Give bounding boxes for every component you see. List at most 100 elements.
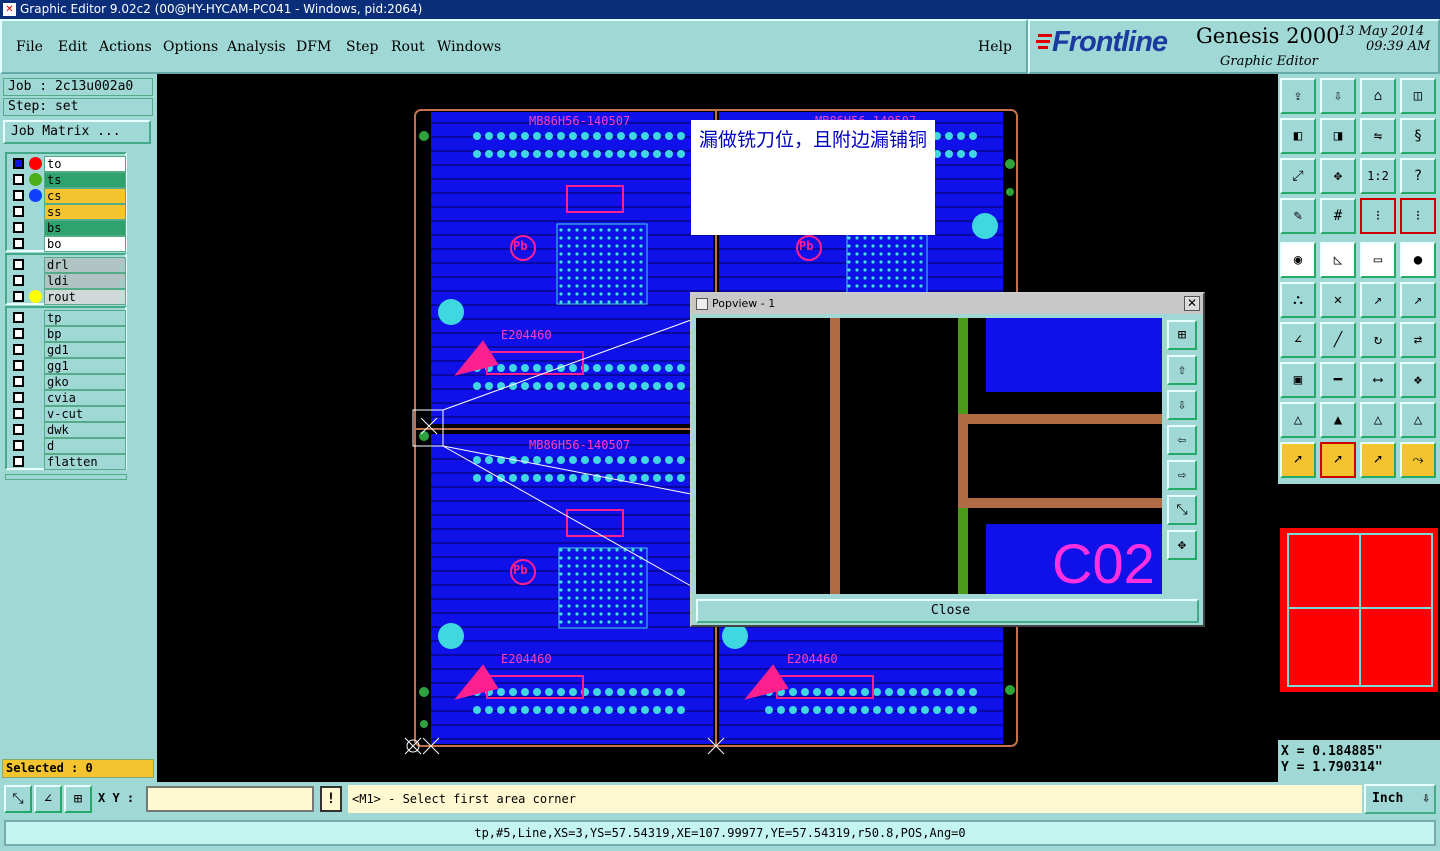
layer-checkbox[interactable]: [13, 190, 24, 201]
home-icon[interactable]: ⌂: [1360, 78, 1396, 114]
layer-name[interactable]: dwk: [44, 422, 126, 438]
popview-zoom-in-icon[interactable]: ✥: [1167, 530, 1197, 560]
move-feature-icon[interactable]: ↗: [1400, 282, 1436, 318]
pointer-route-icon[interactable]: ⤳: [1400, 442, 1436, 478]
layer-checkbox[interactable]: [13, 238, 24, 249]
layer-checkbox[interactable]: [13, 392, 24, 403]
layer-checkbox[interactable]: [13, 158, 24, 169]
zoom-window-icon[interactable]: ⤡: [4, 785, 32, 813]
pointer-outline-icon[interactable]: ➚: [1360, 442, 1396, 478]
overview-panel[interactable]: [1278, 484, 1440, 740]
menu-options[interactable]: Options: [163, 39, 218, 55]
layer-name[interactable]: ldi: [44, 273, 126, 289]
layer-row-drl[interactable]: drl: [9, 257, 126, 273]
layer-checkbox[interactable]: [13, 360, 24, 371]
xy-input[interactable]: [146, 786, 314, 812]
popview-zoom-out-icon[interactable]: ⤡: [1167, 495, 1197, 525]
scale-one-to-two-icon[interactable]: 1:2: [1360, 158, 1396, 194]
popview-move-right-icon[interactable]: ⇨: [1167, 460, 1197, 490]
layer-name[interactable]: bo: [44, 236, 126, 252]
help-icon[interactable]: ?: [1400, 158, 1436, 194]
layer-name[interactable]: gg1: [44, 358, 126, 374]
layer-name[interactable]: drl: [44, 257, 126, 273]
layer-row-gd1[interactable]: gd1: [9, 342, 126, 358]
layer-name[interactable]: gko: [44, 374, 126, 390]
layer-row-dwk[interactable]: dwk: [9, 422, 126, 438]
layer-row-ss[interactable]: ss: [9, 204, 126, 220]
slash-line-icon[interactable]: ╱: [1320, 322, 1356, 358]
units-dropdown[interactable]: Inch ⇩: [1364, 784, 1436, 814]
menu-step[interactable]: Step: [346, 39, 378, 55]
layer-row-ts[interactable]: ts: [9, 172, 126, 188]
mirror-icon[interactable]: ⇋: [1360, 118, 1396, 154]
zoom-extent-icon[interactable]: ⤢: [1280, 158, 1316, 194]
menu-rout[interactable]: Rout: [391, 39, 425, 55]
grid-icon[interactable]: #: [1320, 198, 1356, 234]
menu-actions[interactable]: Actions: [99, 39, 152, 55]
menu-analysis[interactable]: Analysis: [227, 39, 286, 55]
menu-file[interactable]: File: [16, 39, 43, 55]
popview-close-button[interactable]: Close: [696, 599, 1199, 623]
net-select-icon[interactable]: ⁝: [1400, 198, 1436, 234]
pointer-box-icon[interactable]: ➚: [1320, 442, 1356, 478]
flip-icon[interactable]: ⇄: [1400, 322, 1436, 358]
job-matrix-button[interactable]: Job Matrix ...: [3, 120, 151, 144]
layer-name[interactable]: cs: [44, 188, 126, 204]
feature-select-icon[interactable]: ◉: [1280, 242, 1316, 278]
pad-add-icon[interactable]: ▣: [1280, 362, 1316, 398]
layer-row-to[interactable]: to: [9, 156, 126, 172]
layer-checkbox[interactable]: [13, 206, 24, 217]
angle-icon[interactable]: ∠: [1280, 322, 1316, 358]
menu-windows[interactable]: Windows: [437, 39, 501, 55]
pan-right-icon[interactable]: ◨: [1320, 118, 1356, 154]
triangle-select-icon[interactable]: ▲: [1320, 402, 1356, 438]
layer-name[interactable]: to: [44, 156, 126, 172]
layer-name[interactable]: bs: [44, 220, 126, 236]
layer-row-cs[interactable]: cs: [9, 188, 126, 204]
line-break-icon[interactable]: ━: [1320, 362, 1356, 398]
layer-name[interactable]: d: [44, 438, 126, 454]
layer-checkbox[interactable]: [13, 376, 24, 387]
triangle-area-icon[interactable]: △: [1360, 402, 1396, 438]
layer-row-flatten[interactable]: flatten: [9, 454, 126, 470]
connect-icon[interactable]: ⛬: [1280, 282, 1316, 318]
popview-titlebar[interactable]: Popview - 1 ✕: [692, 294, 1203, 314]
line-draw-icon[interactable]: ◺: [1320, 242, 1356, 278]
layer-checkbox[interactable]: [13, 291, 24, 302]
arc-icon[interactable]: ↻: [1360, 322, 1396, 358]
layer-checkbox[interactable]: [13, 259, 24, 270]
layer-name[interactable]: ts: [44, 172, 126, 188]
group-icon[interactable]: ❖: [1400, 362, 1436, 398]
layer-checkbox[interactable]: [13, 456, 24, 467]
overview-map[interactable]: [1280, 528, 1438, 692]
layer-row-d[interactable]: d: [9, 438, 126, 454]
ruler-icon[interactable]: ▭: [1360, 242, 1396, 278]
net-highlight-icon[interactable]: ⁝: [1360, 198, 1396, 234]
layer-name[interactable]: gd1: [44, 342, 126, 358]
snap-icon[interactable]: §: [1400, 118, 1436, 154]
menu-edit[interactable]: Edit: [58, 39, 87, 55]
layer-row-bp[interactable]: bp: [9, 326, 126, 342]
layer-row-gko[interactable]: gko: [9, 374, 126, 390]
layer-checkbox[interactable]: [13, 222, 24, 233]
popview-move-down-icon[interactable]: ⇩: [1167, 390, 1197, 420]
pan-left-icon[interactable]: ◧: [1280, 118, 1316, 154]
layer-checkbox[interactable]: [13, 328, 24, 339]
layer-name[interactable]: cvia: [44, 390, 126, 406]
triangle-icon[interactable]: △: [1280, 402, 1316, 438]
triangle-edit-icon[interactable]: △: [1400, 402, 1436, 438]
layer-row-cvia[interactable]: cvia: [9, 390, 126, 406]
popview-move-left-icon[interactable]: ⇦: [1167, 425, 1197, 455]
pad-icon[interactable]: ●: [1400, 242, 1436, 278]
tool-palette-icon[interactable]: ✎: [1280, 198, 1316, 234]
open-job-icon[interactable]: ⇪: [1280, 78, 1316, 114]
layer-row-rout[interactable]: rout: [9, 289, 126, 305]
layer-row-tp[interactable]: tp: [9, 310, 126, 326]
layer-row-bo[interactable]: bo: [9, 236, 126, 252]
zoom-center-icon[interactable]: ✥: [1320, 158, 1356, 194]
layer-name[interactable]: tp: [44, 310, 126, 326]
popview-move-up-icon[interactable]: ⇧: [1167, 355, 1197, 385]
layer-row-v-cut[interactable]: v-cut: [9, 406, 126, 422]
layer-checkbox[interactable]: [13, 408, 24, 419]
layer-name[interactable]: v-cut: [44, 406, 126, 422]
